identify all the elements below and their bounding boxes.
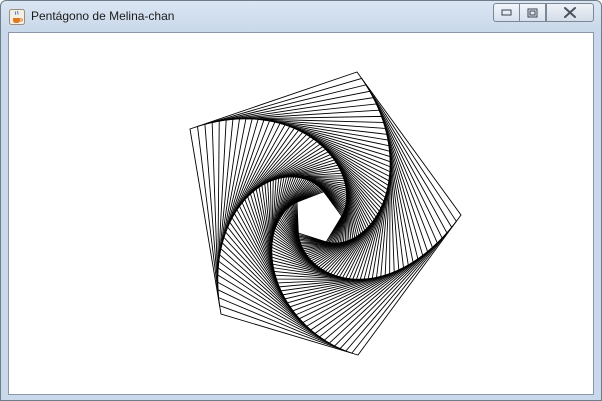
maximize-button[interactable]	[519, 3, 546, 22]
window-title: Pentágono de Melina-chan	[31, 9, 175, 23]
java-cup-icon[interactable]	[9, 9, 25, 25]
pentagon-ring	[247, 136, 388, 284]
close-icon	[564, 7, 576, 18]
app-window: Pentágono de Melina-chan	[0, 0, 602, 401]
nested-pentagon-drawing	[189, 71, 462, 356]
close-button[interactable]	[546, 3, 594, 22]
minimize-icon	[501, 9, 512, 16]
maximize-icon	[527, 8, 538, 17]
drawing-canvas	[8, 32, 594, 395]
pentagon-ring	[197, 77, 457, 354]
title-bar[interactable]: Pentágono de Melina-chan	[1, 1, 601, 32]
minimize-button[interactable]	[493, 3, 520, 22]
